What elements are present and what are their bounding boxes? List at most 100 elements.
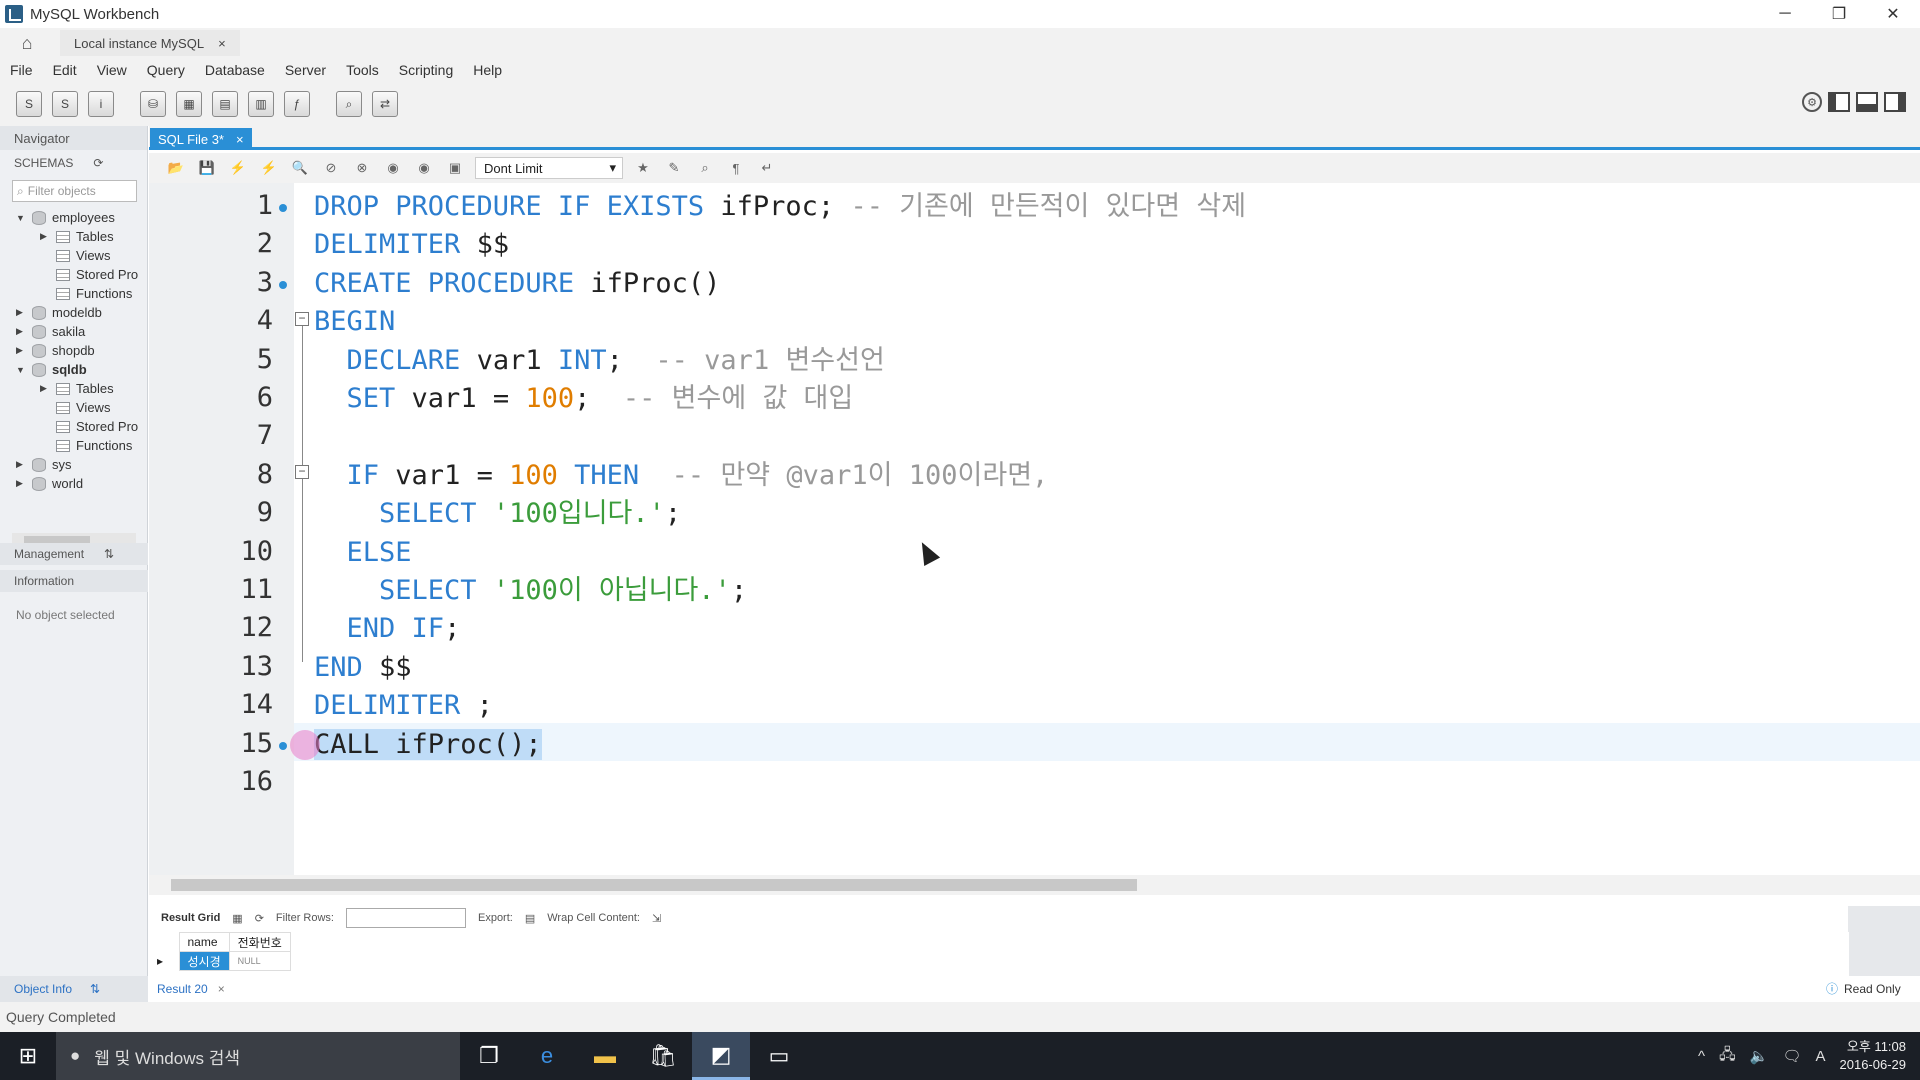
schema-folder-item[interactable]: Functions <box>0 436 147 455</box>
edge-icon[interactable]: e <box>518 1032 576 1080</box>
refresh-schemas-icon[interactable]: ⟳ <box>93 156 103 170</box>
schema-folder-item[interactable]: Views <box>0 398 147 417</box>
code-line[interactable]: DROP PROCEDURE IF EXISTS ifProc; -- 기존에 … <box>314 188 1246 226</box>
schema-folder-item[interactable]: Views <box>0 246 147 265</box>
connection-tab-close-icon[interactable]: × <box>218 36 226 51</box>
schema-item[interactable]: ▼ sqldb <box>0 360 147 379</box>
code-line[interactable]: SELECT '100입니다.'; <box>314 495 681 533</box>
wrap-lines-icon[interactable]: ↵ <box>756 157 778 179</box>
code-line[interactable]: CALL ifProc(); <box>314 726 542 764</box>
tree-expand-icon[interactable]: ▶ <box>16 326 28 337</box>
cell-name[interactable]: 성시경 <box>178 951 230 971</box>
create-function-icon[interactable]: ƒ <box>284 91 310 117</box>
refresh-icon[interactable]: ⟳ <box>255 912 264 925</box>
export-icon[interactable]: ▤ <box>525 912 535 925</box>
schema-folder-item[interactable]: Stored Pro <box>0 417 147 436</box>
explain-icon[interactable]: 🔍 <box>289 157 311 179</box>
taskbar-search-box[interactable]: ● 웹 및 Windows 검색 <box>56 1032 460 1080</box>
fold-toggle-if-icon[interactable]: − <box>295 465 309 479</box>
add-snippet-icon[interactable]: ★ <box>632 157 654 179</box>
code-line[interactable]: IF var1 = 100 THEN -- 만약 @var1이 100이라면, <box>314 457 1049 495</box>
tree-expand-icon[interactable]: ▼ <box>16 365 28 375</box>
inspector-icon[interactable]: i <box>88 91 114 117</box>
schema-item[interactable]: ▶ sakila <box>0 322 147 341</box>
volume-icon[interactable]: 🔈 <box>1750 1047 1769 1065</box>
tree-expand-icon[interactable]: ▶ <box>16 478 28 489</box>
result-grid-label[interactable]: Result Grid <box>161 912 220 924</box>
rollback-icon[interactable]: ◉ <box>413 157 435 179</box>
schema-item[interactable]: ▶ sys <box>0 455 147 474</box>
menu-help[interactable]: Help <box>473 62 502 78</box>
code-line[interactable]: ELSE <box>314 534 412 572</box>
connection-tab[interactable]: Local instance MySQL × <box>60 30 240 56</box>
schema-folder-item[interactable]: ▶ Tables <box>0 227 147 246</box>
task-view-icon[interactable]: ❐ <box>460 1032 518 1080</box>
object-info-arrows-icon[interactable]: ⇅ <box>90 982 100 996</box>
create-procedure-icon[interactable]: ▥ <box>248 91 274 117</box>
autocommit-icon[interactable]: ▣ <box>444 157 466 179</box>
open-sql-script-icon[interactable]: S <box>52 91 78 117</box>
menu-view[interactable]: View <box>97 62 127 78</box>
menu-scripting[interactable]: Scripting <box>399 62 453 78</box>
save-icon[interactable]: 💾 <box>196 157 218 179</box>
clock[interactable]: 오후 11:08 2016-06-29 <box>1840 1038 1907 1074</box>
store-icon[interactable]: 🛍 <box>634 1032 692 1080</box>
home-icon[interactable]: ⌂ <box>14 33 40 53</box>
create-schema-icon[interactable]: ⛁ <box>140 91 166 117</box>
menu-tools[interactable]: Tools <box>346 62 379 78</box>
beautify-icon[interactable]: ✎ <box>663 157 685 179</box>
toggle-sidebar-icon[interactable] <box>1828 92 1850 112</box>
code-line[interactable]: SET var1 = 100; -- 변수에 값 대입 <box>314 380 854 418</box>
new-sql-tab-icon[interactable]: S <box>16 91 42 117</box>
tree-expand-icon[interactable]: ▶ <box>40 231 52 242</box>
execute-current-icon[interactable]: ⚡ <box>258 157 280 179</box>
code-line[interactable]: BEGIN <box>314 303 395 341</box>
schema-folder-item[interactable]: ▶ Tables <box>0 379 147 398</box>
schema-item[interactable]: ▶ world <box>0 474 147 493</box>
result-tab-label[interactable]: Result 20 <box>157 982 208 996</box>
schema-item[interactable]: ▶ shopdb <box>0 341 147 360</box>
tree-expand-icon[interactable]: ▶ <box>16 459 28 470</box>
schema-folder-item[interactable]: Functions <box>0 284 147 303</box>
settings-gear-icon[interactable]: ⚙ <box>1802 92 1822 112</box>
result-tab-close-icon[interactable]: × <box>218 982 225 996</box>
invisible-chars-icon[interactable]: ¶ <box>725 157 747 179</box>
code-line[interactable]: DECLARE var1 INT; -- var1 변수선언 <box>314 342 885 380</box>
tray-chevron-icon[interactable]: ^ <box>1698 1048 1705 1065</box>
mysql-workbench-taskbar-icon[interactable]: ◩ <box>692 1032 750 1080</box>
schema-item[interactable]: ▼ employees <box>0 208 147 227</box>
execute-icon[interactable]: ⚡ <box>227 157 249 179</box>
code-line[interactable]: END IF; <box>314 610 461 648</box>
toggle-output-icon[interactable] <box>1856 92 1878 112</box>
tree-expand-icon[interactable]: ▶ <box>16 307 28 318</box>
grid-icon[interactable]: ▦ <box>232 912 242 925</box>
minimize-button[interactable]: ─ <box>1758 0 1812 28</box>
menu-file[interactable]: File <box>10 62 33 78</box>
cell-phone[interactable]: NULL <box>228 951 291 971</box>
sql-file-tab-close-icon[interactable]: × <box>236 132 244 147</box>
toggle-secondary-sidebar-icon[interactable] <box>1884 92 1906 112</box>
management-arrows-icon[interactable]: ⇅ <box>104 547 114 561</box>
code-line[interactable]: DELIMITER ; <box>314 687 493 725</box>
management-tab[interactable]: Management ⇅ <box>0 543 148 565</box>
column-header-name[interactable]: name <box>178 932 230 952</box>
network-icon[interactable]: 🖧 <box>1719 1044 1736 1069</box>
find-icon[interactable]: ⌕ <box>694 157 716 179</box>
cmd-icon[interactable]: ▭ <box>750 1032 808 1080</box>
windows-start-icon[interactable]: ⊞ <box>0 1032 56 1080</box>
schema-item[interactable]: ▶ modeldb <box>0 303 147 322</box>
code-line[interactable]: CREATE PROCEDURE ifProc() <box>314 265 720 303</box>
open-file-icon[interactable]: 📂 <box>165 157 187 179</box>
reconnect-icon[interactable]: ⇄ <box>372 91 398 117</box>
toggle-error-icon[interactable]: ⊗ <box>351 157 373 179</box>
limit-rows-select[interactable]: Dont Limit ▾ <box>475 157 623 179</box>
menu-server[interactable]: Server <box>285 62 326 78</box>
tree-expand-icon[interactable]: ▶ <box>40 383 52 394</box>
notification-icon[interactable]: 🗨 <box>1782 1047 1801 1065</box>
filter-rows-input[interactable] <box>345 908 466 928</box>
file-explorer-icon[interactable]: ▬ <box>576 1032 634 1080</box>
wrap-cell-icon[interactable]: ⇲ <box>652 912 661 925</box>
create-view-icon[interactable]: ▤ <box>212 91 238 117</box>
code-line[interactable]: DELIMITER $$ <box>314 226 509 264</box>
create-table-icon[interactable]: ▦ <box>176 91 202 117</box>
